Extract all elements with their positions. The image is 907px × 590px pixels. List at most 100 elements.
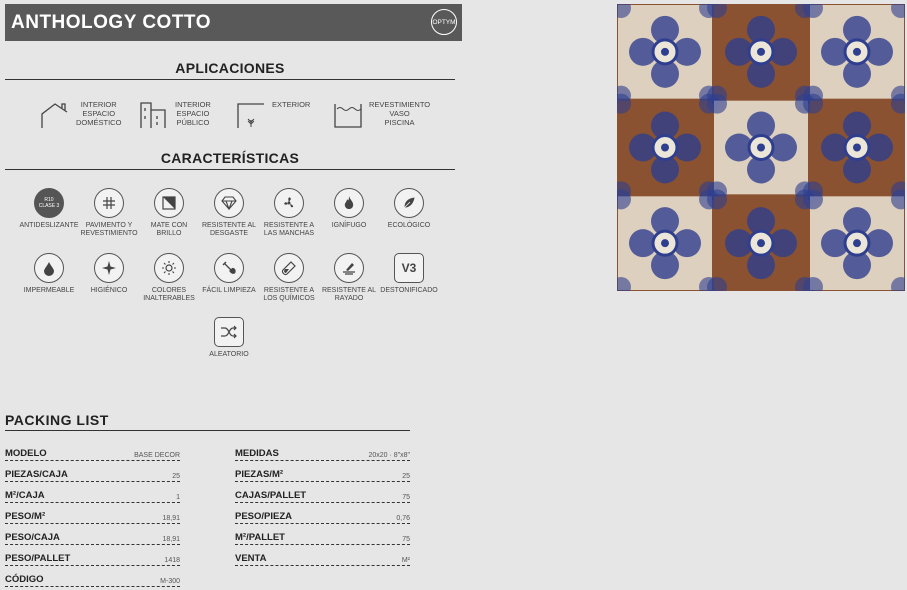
feature-manchas: RESISTENTE A LAS MANCHAS [258,188,320,238]
feature-rayado: RESISTENTE AL RAYADO [318,253,380,303]
feature-label: FÁCIL LIMPIEZA [202,287,256,294]
feature-destonificado: V3 DESTONIFICADO [378,253,440,295]
sun-icon [154,253,184,283]
tile [803,189,905,291]
tile [803,93,905,202]
tile [803,4,905,106]
packing-list-title: PACKING LIST [5,412,410,431]
packing-key: CAJAS/PALLET [235,490,307,501]
feature-impermeable: IMPERMEABLE [18,253,80,295]
packing-value: BASE DECOR [134,452,180,459]
tile [707,189,815,291]
packing-row: MODELO BASE DECOR [5,445,180,461]
leaf-icon [394,188,424,218]
packing-row: M²/PALLET 75 [235,529,410,545]
feature-label: RESISTENTE A LAS MANCHAS [263,222,315,237]
stain-fan-icon [274,188,304,218]
feature-limpieza: FÁCIL LIMPIEZA [198,253,260,295]
packing-row: M²/CAJA 1 [5,487,180,503]
packing-key: PESO/PIEZA [235,511,293,522]
application-label: EXTERIOR [272,100,311,109]
scratch-icon [334,253,364,283]
packing-key: VENTA [235,553,267,564]
packing-value: M-300 [160,578,180,585]
water-drop-icon [34,253,64,283]
feature-ecologico: ECOLÓGICO [378,188,440,230]
exterior-icon [237,103,264,128]
feature-label: ALEATORIO [209,351,249,358]
feature-mate-brillo: MATE CON BRILLO [138,188,200,238]
packing-value: 1418 [164,557,180,564]
test-tube-icon [274,253,304,283]
feature-label: RESISTENTE A LOS QUÍMICOS [263,287,315,302]
feature-label: RESISTENTE AL RAYADO [321,287,377,302]
packing-value: 75 [402,536,410,543]
packing-value: 18,91 [162,536,180,543]
feature-label: ANTIDESLIZANTE [19,222,79,229]
product-header: ANTHOLOGY COTTO OPTYM [5,4,462,41]
building-icon [140,102,166,128]
caracteristicas-title: CARACTERÍSTICAS [5,150,455,170]
feature-ignifugo: IGNÍFUGO [318,188,380,230]
application-label: INTERIOR ESPACIO PÚBLICO [175,100,211,127]
feature-label: IGNÍFUGO [331,222,367,229]
packing-key: CÓDIGO [5,574,44,585]
packing-value: 20x20 · 8"x8" [368,452,410,459]
feature-label: IMPERMEABLE [23,287,75,294]
packing-value: 18,91 [162,515,180,522]
feature-label: COLORES INALTERABLES [143,287,195,302]
tile [617,93,719,202]
feature-higienico: HIGIÉNICO [78,253,140,295]
application-interior-public: INTERIOR ESPACIO PÚBLICO [139,100,211,130]
feature-pavimento: PAVIMENTO Y REVESTIMIENTO [78,188,140,238]
feature-colores: COLORES INALTERABLES [138,253,200,303]
shuffle-icon [214,317,244,347]
packing-key: PIEZAS/CAJA [5,469,68,480]
tile [707,4,815,106]
feature-label: HIGIÉNICO [90,287,128,294]
packing-row: PESO/M² 18,91 [5,508,180,524]
tile [617,4,719,106]
feature-desgaste: RESISTENTE AL DESGASTE [198,188,260,238]
brand-logo: OPTYM [431,9,457,35]
aplicaciones-title: APLICACIONES [5,60,455,80]
floor-wall-icon [94,188,124,218]
packing-key: PESO/M² [5,511,46,522]
pool-icon [334,104,362,128]
feature-aleatorio: ALEATORIO [198,317,260,359]
product-tile-image [617,4,905,291]
packing-row: PESO/PALLET 1418 [5,550,180,566]
packing-key: PIEZAS/M² [235,469,284,480]
feature-label: PAVIMENTO Y REVESTIMIENTO [80,222,138,237]
v3-icon: V3 [394,253,424,283]
feature-label: ECOLÓGICO [387,222,431,229]
application-exterior: EXTERIOR [236,100,310,130]
feature-quimicos: RESISTENTE A LOS QUÍMICOS [258,253,320,303]
house-icon [41,103,68,128]
packing-key: MEDIDAS [235,448,279,459]
packing-value: 0,76 [396,515,410,522]
tile [617,189,719,291]
packing-key: M²/PALLET [235,532,285,543]
diamond-icon [214,188,244,218]
packing-row: PIEZAS/M² 25 [235,466,410,482]
packing-value: M² [401,557,410,564]
application-label: REVESTIMIENTO VASO PISCINA [369,100,431,127]
packing-row: PESO/PIEZA 0,76 [235,508,410,524]
feature-label: DESTONIFICADO [380,287,438,294]
feature-antideslizante: R10 CLASE 3 ANTIDESLIZANTE [18,188,80,230]
flame-icon [334,188,364,218]
packing-value: 75 [402,494,410,501]
packing-row: PESO/CAJA 18,91 [5,529,180,545]
v3-mark: V3 [401,261,417,275]
application-interior-domestic: INTERIOR ESPACIO DOMÉSTICO [40,100,121,130]
slip-resistance-badge: R10 CLASE 3 [34,188,64,218]
packing-row: MEDIDAS 20x20 · 8"x8" [235,445,410,461]
packing-value: 25 [172,473,180,480]
cleaning-icon [214,253,244,283]
badge-line-2: CLASE 3 [38,203,60,209]
tile [707,93,815,202]
packing-row: CAJAS/PALLET 75 [235,487,410,503]
packing-key: M²/CAJA [5,490,45,501]
packing-key: PESO/PALLET [5,553,71,564]
